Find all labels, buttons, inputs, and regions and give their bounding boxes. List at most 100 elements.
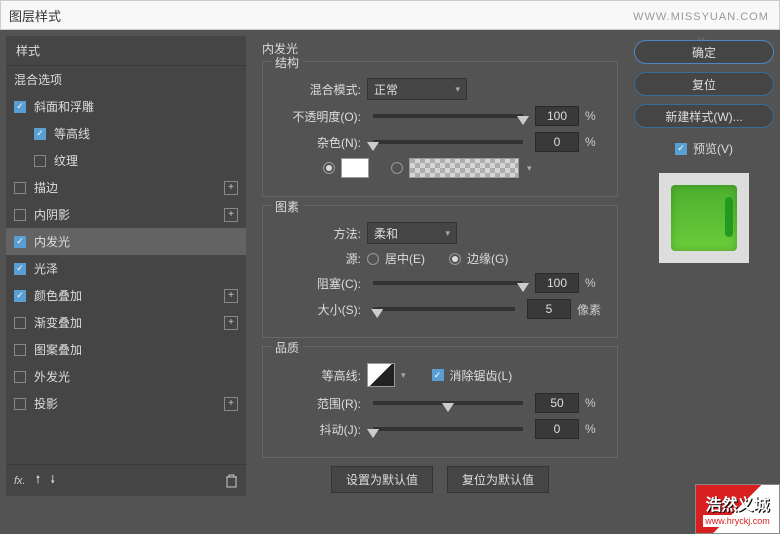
opacity-input[interactable]: 100	[535, 106, 579, 126]
add-icon[interactable]: +	[224, 289, 238, 303]
style-label: 光泽	[34, 260, 58, 277]
elements-title: 图素	[271, 198, 303, 215]
action-panel: 确定 复位 新建样式(W)... ✓ 预览(V)	[634, 36, 774, 496]
style-checkbox[interactable]	[14, 398, 26, 410]
antialias-checkbox[interactable]: ✓	[432, 369, 444, 381]
elements-group: 图素 方法: 柔和▾ 源: 居中(E) 边缘(G) 阻塞(C): 100 %	[262, 205, 618, 338]
source-label: 源:	[273, 250, 361, 267]
quality-title: 品质	[271, 339, 303, 356]
style-item[interactable]: 渐变叠加 +	[6, 309, 246, 336]
choke-input[interactable]: 100	[535, 273, 579, 293]
structure-group: 结构 混合模式: 正常▾ 不透明度(O): 100 % 杂色(N): 0 %	[262, 61, 618, 197]
jitter-slider[interactable]	[373, 427, 523, 431]
style-checkbox[interactable]	[14, 371, 26, 383]
arrow-down-icon[interactable]: 🠗	[50, 471, 55, 490]
styles-sidebar: 样式 混合选项 ✓斜面和浮雕✓等高线纹理描边+内阴影+✓内发光✓光泽✓颜色叠加+…	[6, 36, 246, 496]
add-icon[interactable]: +	[224, 181, 238, 195]
contour-picker[interactable]	[367, 363, 395, 387]
style-label: 外发光	[34, 368, 70, 385]
style-item[interactable]: ✓ 光泽	[6, 255, 246, 282]
size-label: 大小(S):	[273, 301, 361, 318]
style-item[interactable]: 图案叠加	[6, 336, 246, 363]
style-item[interactable]: 内阴影+	[6, 201, 246, 228]
preview-thumbnail	[659, 173, 749, 263]
style-checkbox[interactable]	[14, 317, 26, 329]
source-edge-radio[interactable]	[449, 253, 461, 265]
arrow-up-icon[interactable]: 🠕	[36, 471, 41, 490]
preview-checkbox[interactable]: ✓	[675, 143, 687, 155]
range-slider[interactable]	[373, 401, 523, 405]
style-checkbox[interactable]	[14, 344, 26, 356]
style-item[interactable]: 投影 +	[6, 390, 246, 417]
style-label: 图案叠加	[34, 341, 82, 358]
choke-label: 阻塞(C):	[273, 275, 361, 292]
color-radio[interactable]	[323, 162, 335, 174]
noise-label: 杂色(N):	[273, 134, 361, 151]
watermark: 浩然义城 www.hryckj.com	[695, 484, 780, 534]
trash-icon[interactable]	[225, 474, 238, 488]
method-label: 方法:	[273, 225, 361, 242]
style-checkbox[interactable]	[34, 155, 46, 167]
style-item[interactable]: ✓ 斜面和浮雕	[6, 93, 246, 120]
color-swatch[interactable]	[341, 158, 369, 178]
jitter-label: 抖动(J):	[273, 421, 361, 438]
add-icon[interactable]: +	[224, 397, 238, 411]
chevron-down-icon: ▾	[455, 84, 460, 95]
sidebar-blend-options[interactable]: 混合选项	[6, 66, 246, 93]
opacity-label: 不透明度(O):	[273, 108, 361, 125]
style-item[interactable]: 描边 +	[6, 174, 246, 201]
style-checkbox[interactable]: ✓	[14, 290, 26, 302]
method-select[interactable]: 柔和▾	[367, 222, 457, 244]
jitter-input[interactable]: 0	[535, 419, 579, 439]
reset-button[interactable]: 复位	[634, 72, 774, 96]
style-checkbox[interactable]: ✓	[14, 236, 26, 248]
new-style-button[interactable]: 新建样式(W)...	[634, 104, 774, 128]
gradient-swatch[interactable]	[409, 158, 519, 178]
style-checkbox[interactable]: ✓	[14, 263, 26, 275]
style-checkbox[interactable]	[14, 182, 26, 194]
style-checkbox[interactable]	[14, 209, 26, 221]
chevron-down-icon[interactable]: ▾	[527, 163, 532, 174]
choke-slider[interactable]	[373, 281, 523, 285]
style-label: 斜面和浮雕	[34, 98, 94, 115]
blend-mode-select[interactable]: 正常▾	[367, 78, 467, 100]
size-slider[interactable]	[373, 307, 515, 311]
noise-input[interactable]: 0	[535, 132, 579, 152]
style-checkbox[interactable]: ✓	[14, 101, 26, 113]
make-default-button[interactable]: 设置为默认值	[331, 466, 433, 493]
source-center-radio[interactable]	[367, 253, 379, 265]
noise-slider[interactable]	[373, 140, 523, 144]
style-item[interactable]: ✓ 颜色叠加 +	[6, 282, 246, 309]
sidebar-header: 样式	[6, 36, 246, 66]
panel-title: 内发光	[262, 40, 618, 57]
chevron-down-icon[interactable]: ▾	[401, 370, 406, 381]
range-input[interactable]: 50	[535, 393, 579, 413]
style-item[interactable]: ✓等高线	[6, 120, 246, 147]
style-item[interactable]: ✓内发光	[6, 228, 246, 255]
style-label: 渐变叠加	[34, 314, 82, 331]
gradient-radio[interactable]	[391, 162, 403, 174]
style-checkbox[interactable]: ✓	[34, 128, 46, 140]
style-item[interactable]: 纹理	[6, 147, 246, 174]
fx-icon[interactable]: fx.	[14, 475, 26, 487]
branding-forum: 思缘设计论坛	[668, 0, 734, 1]
blend-mode-label: 混合模式:	[273, 81, 361, 98]
preview-label: 预览(V)	[693, 140, 733, 157]
settings-panel: 内发光 结构 混合模式: 正常▾ 不透明度(O): 100 % 杂色(N): 0…	[252, 36, 628, 496]
add-icon[interactable]: +	[224, 316, 238, 330]
branding-url: WWW.MISSYUAN.COM	[633, 11, 769, 23]
style-label: 投影	[34, 395, 58, 412]
styles-list: ✓斜面和浮雕✓等高线纹理描边+内阴影+✓内发光✓光泽✓颜色叠加+渐变叠加+图案叠…	[6, 93, 246, 464]
style-label: 描边	[34, 179, 58, 196]
size-input[interactable]: 5	[527, 299, 571, 319]
reset-default-button[interactable]: 复位为默认值	[447, 466, 549, 493]
add-icon[interactable]: +	[224, 208, 238, 222]
style-label: 颜色叠加	[34, 287, 82, 304]
contour-label: 等高线:	[273, 367, 361, 384]
quality-group: 品质 等高线: ▾ ✓ 消除锯齿(L) 范围(R): 50 % 抖动(J): 0…	[262, 346, 618, 458]
style-label: 纹理	[54, 152, 78, 169]
ok-button[interactable]: 确定	[634, 40, 774, 64]
opacity-slider[interactable]	[373, 114, 523, 118]
range-label: 范围(R):	[273, 395, 361, 412]
style-item[interactable]: 外发光	[6, 363, 246, 390]
